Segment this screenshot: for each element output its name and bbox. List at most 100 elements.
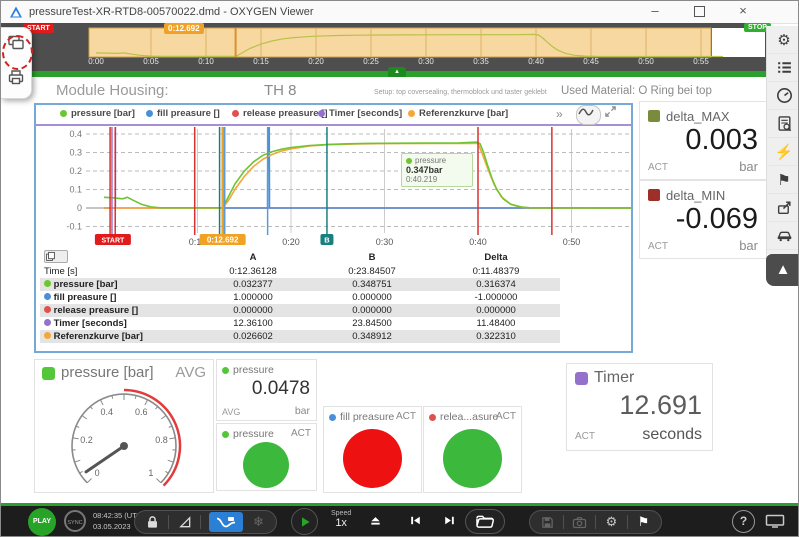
release-dot <box>44 306 51 313</box>
share-icon[interactable] <box>767 194 799 222</box>
playback-play-button[interactable] <box>291 508 318 535</box>
delta-min-color-square <box>648 189 660 201</box>
svg-text:0:40: 0:40 <box>469 237 487 247</box>
fill-preasure-indicator[interactable]: fill preasure ACT <box>323 406 422 493</box>
svg-text:0.4: 0.4 <box>100 407 113 417</box>
lightning-icon[interactable]: ⚡ <box>767 138 799 166</box>
list-icon[interactable] <box>767 54 799 82</box>
overview-tick-label: 0:10 <box>198 57 214 66</box>
screen-config-icon[interactable] <box>765 514 785 528</box>
legend-item-release[interactable]: release preasure [] <box>232 108 328 119</box>
help-button[interactable]: ? <box>732 510 755 533</box>
speed-control[interactable]: Speed 1x <box>331 510 351 529</box>
tooltip-series-dot <box>406 158 412 164</box>
svg-text:0.1: 0.1 <box>69 185 82 195</box>
chart-tooltip: pressure 0.347bar 0:40.219 <box>401 153 473 187</box>
delta-min-name: delta_MIN <box>666 188 725 203</box>
measurement-table: A B Delta Time [s] 0:12.36128 0:23.84507… <box>40 250 560 343</box>
car-icon[interactable] <box>767 222 799 250</box>
table-row-timer: Timer [seconds] 12.36100 23.84500 11.484… <box>40 317 560 330</box>
delta-min-meter[interactable]: delta_MIN -0.069 ACT bar <box>639 180 767 259</box>
pressure-dot <box>60 110 67 117</box>
svg-text:0:30: 0:30 <box>376 237 394 247</box>
open-file-button[interactable] <box>465 509 505 534</box>
copy-table-button[interactable] <box>44 250 68 263</box>
speedometer-icon[interactable] <box>767 82 799 110</box>
svg-text:0.3: 0.3 <box>69 148 82 158</box>
signal-mode-button[interactable] <box>576 105 601 125</box>
fill-state-lamp <box>343 429 402 488</box>
timeline-center-tab[interactable]: ▲ <box>388 67 406 77</box>
right-sidebar: ⚙ ⚡⚑ <box>766 26 799 254</box>
delta-max-color-square <box>648 110 660 122</box>
marker-flag-icon[interactable]: ⚑ <box>636 515 651 530</box>
table-row-referenz: Referenzkurve [bar] 0.026602 0.348912 0.… <box>40 330 560 343</box>
delta-max-meter[interactable]: delta_MAX 0.003 ACT bar <box>639 101 767 180</box>
svg-text:-0.1: -0.1 <box>66 222 82 232</box>
table-row-fill: fill preasure [] 1.000000 0.000000 -1.00… <box>40 291 560 304</box>
measure-tool-icon[interactable] <box>177 515 192 530</box>
column-b-header: B <box>312 250 432 265</box>
pressure-avg-mode: AVG <box>222 407 240 417</box>
timer-unit: seconds <box>642 426 702 444</box>
pressure-avg-meter[interactable]: pressure 0.0478 AVG bar <box>216 359 317 421</box>
module-housing-value: TH 8 <box>264 82 297 99</box>
svg-text:1: 1 <box>148 468 153 478</box>
overview-tick-label: 0:55 <box>693 57 709 66</box>
pressure-avg-unit: bar <box>295 405 310 417</box>
timer-value: 12.691 <box>619 390 702 421</box>
pressure-indicator[interactable]: pressure ACT <box>216 423 317 491</box>
gear-icon[interactable]: ⚙ <box>767 26 799 54</box>
svg-text:B: B <box>324 236 330 245</box>
fill-dot <box>44 293 51 300</box>
skip-to-end-button[interactable] <box>443 514 456 527</box>
tooltip-value: 0.347bar <box>406 165 468 175</box>
legend-item-fill[interactable]: fill preasure [] <box>146 108 220 119</box>
release-state-lamp <box>443 429 502 488</box>
timeline-scrollbar[interactable] <box>1 71 766 77</box>
maximize-button[interactable] <box>684 1 714 22</box>
delta-max-mode: ACT <box>648 162 668 173</box>
printer-icon[interactable] <box>7 68 25 86</box>
divider <box>168 515 169 529</box>
sync-button[interactable]: SYNC <box>64 510 86 532</box>
play-mode-button[interactable]: PLAY <box>28 508 56 536</box>
release-preasure-indicator[interactable]: relea...asure ACT <box>423 406 522 493</box>
svg-text:0.8: 0.8 <box>155 435 168 445</box>
delta-max-unit: bar <box>739 159 758 174</box>
settings-gear-icon[interactable]: ⚙ <box>604 515 619 530</box>
view-tools-group: ❄ <box>134 510 277 534</box>
overview-tick-label: 0:50 <box>638 57 654 66</box>
svg-text:0.2: 0.2 <box>80 435 93 445</box>
timer-dot <box>44 319 51 326</box>
expand-chart-button[interactable] <box>604 105 627 123</box>
legend-item-timer[interactable]: Timer [seconds] <box>318 108 402 119</box>
skip-to-start-button[interactable] <box>409 514 422 527</box>
dewetron-logo-tab[interactable]: ▲ <box>766 254 799 286</box>
bottom-toolbar: PLAY SYNC 08:42:35 (UTC+2) 03.05.2023 ❄ … <box>1 506 799 537</box>
legend-item-referenz[interactable]: Referenzkurve [bar] <box>408 108 508 119</box>
screenshot-icon[interactable] <box>572 515 587 530</box>
lock-icon[interactable] <box>145 515 160 530</box>
setup-note: Setup: top coversealing, thermoblock und… <box>374 89 547 96</box>
release-dot <box>429 414 436 421</box>
overview-cursor-badge[interactable]: 0:12.692 <box>164 23 204 34</box>
recorder-chart-panel[interactable]: pressure [bar] fill preasure [] release … <box>34 103 633 353</box>
timer-meter[interactable]: Timer 12.691 ACT seconds <box>566 363 713 451</box>
minimize-button[interactable]: – <box>640 1 670 22</box>
flag-icon[interactable]: ⚑ <box>767 166 799 194</box>
signal-view-button[interactable] <box>209 512 243 532</box>
referenz-dot <box>44 332 51 339</box>
eject-button[interactable] <box>369 514 382 527</box>
triangle-logo-icon: ▲ <box>776 261 791 278</box>
legend-overflow-button[interactable]: » <box>556 107 563 121</box>
overview-tick-label: 0:45 <box>583 57 599 66</box>
report-icon[interactable] <box>767 110 799 138</box>
close-button[interactable]: × <box>728 1 758 22</box>
window-title: pressureTest-XR-RTD8-00570022.dmd - OXYG… <box>29 6 314 18</box>
legend-item-pressure[interactable]: pressure [bar] <box>60 108 135 119</box>
main-chart-plot[interactable]: -0.100.10.20.30.40:100:200:300:400:50STA… <box>36 125 631 247</box>
save-icon[interactable] <box>540 515 555 530</box>
pressure-gauge-widget[interactable]: pressure [bar] AVG 00.20.40.60.81 <box>34 359 214 493</box>
freeze-icon[interactable]: ❄ <box>251 515 266 530</box>
